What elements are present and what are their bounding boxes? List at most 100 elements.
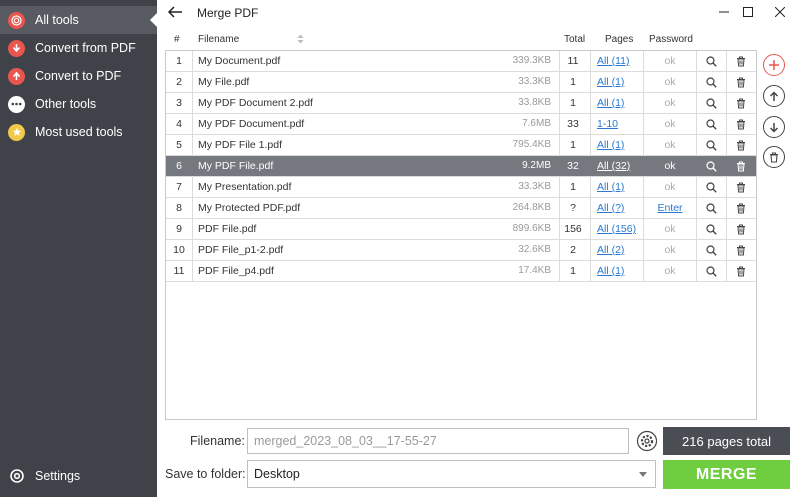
sidebar-item-convert-from-pdf[interactable]: Convert from PDF (0, 34, 157, 62)
row-pages-link[interactable]: All (1) (597, 139, 624, 151)
table-row[interactable]: 11 PDF File_p4.pdf 17.4KB 1 All (1) ok (166, 261, 756, 282)
row-number: 5 (176, 139, 182, 151)
header-password: Password (649, 34, 693, 45)
file-table: 1 My Document.pdf 339.3KB 11 All (11) ok 2 My F… (165, 50, 757, 420)
row-filename: My PDF File.pdf (198, 160, 274, 172)
table-row[interactable]: 4 My PDF Document.pdf 7.6MB 33 1-10 ok (166, 114, 756, 135)
sidebar: All tools Convert from PDF Convert to PD… (0, 0, 157, 497)
row-total-pages: 11 (567, 55, 579, 67)
row-pages-link[interactable]: All (1) (597, 76, 624, 88)
preview-magnifier-icon[interactable] (697, 51, 725, 71)
pages-total-badge: 216 pages total (663, 427, 790, 455)
table-row[interactable]: 3 My PDF Document 2.pdf 33.8KB 1 All (1) ok (166, 93, 756, 114)
sidebar-item-label: Convert to PDF (35, 69, 122, 83)
delete-row-trash-icon[interactable] (727, 198, 755, 218)
delete-row-trash-icon[interactable] (727, 72, 755, 92)
row-total-pages: 1 (570, 76, 576, 88)
output-settings-gear-icon[interactable] (634, 428, 660, 454)
close-button[interactable] (765, 0, 795, 24)
row-filename: PDF File_p4.pdf (198, 265, 274, 277)
table-row[interactable]: 1 My Document.pdf 339.3KB 11 All (11) ok (166, 51, 756, 72)
sidebar-item-label: All tools (35, 13, 79, 27)
preview-magnifier-icon[interactable] (697, 72, 725, 92)
table-row[interactable]: 5 My PDF File 1.pdf 795.4KB 1 All (1) ok (166, 135, 756, 156)
save-folder-label: Save to folder: (165, 467, 246, 481)
preview-magnifier-icon[interactable] (697, 177, 725, 197)
row-pages-link[interactable]: All (1) (597, 265, 624, 277)
row-pages-link[interactable]: All (32) (597, 160, 630, 172)
gear-icon (8, 468, 25, 485)
sort-icon[interactable] (297, 34, 304, 47)
window-title: Merge PDF (197, 6, 259, 20)
row-filesize: 339.3KB (512, 55, 551, 66)
back-arrow-icon[interactable] (166, 4, 184, 20)
delete-row-trash-icon[interactable] (727, 114, 755, 134)
preview-magnifier-icon[interactable] (697, 156, 725, 176)
row-pages-link[interactable]: 1-10 (597, 118, 618, 130)
table-row[interactable]: 2 My File.pdf 33.3KB 1 All (1) ok (166, 72, 756, 93)
preview-magnifier-icon[interactable] (697, 261, 725, 281)
star-icon (8, 123, 25, 141)
preview-magnifier-icon[interactable] (697, 219, 725, 239)
table-row[interactable]: 6 My PDF File.pdf 9.2MB 32 All (32) ok (166, 156, 756, 177)
row-filename: My Presentation.pdf (198, 181, 292, 193)
move-up-button[interactable] (763, 85, 785, 107)
row-pages-link[interactable]: All (1) (597, 97, 624, 109)
row-pages-link[interactable]: All (1) (597, 181, 624, 193)
delete-row-trash-icon[interactable] (727, 240, 755, 260)
row-number: 2 (176, 76, 182, 88)
row-password-status[interactable]: Enter (646, 198, 694, 218)
row-number: 6 (176, 160, 182, 172)
delete-row-trash-icon[interactable] (727, 51, 755, 71)
merge-button[interactable]: MERGE (663, 460, 790, 489)
row-total-pages: 2 (570, 244, 576, 256)
move-down-button[interactable] (763, 116, 785, 138)
preview-magnifier-icon[interactable] (697, 198, 725, 218)
row-password-status: ok (664, 76, 676, 88)
row-filesize: 33.3KB (518, 76, 551, 87)
row-filename: My PDF Document.pdf (198, 118, 305, 130)
table-row[interactable]: 9 PDF File.pdf 899.6KB 156 All (156) ok (166, 219, 756, 240)
delete-row-trash-icon[interactable] (727, 156, 755, 176)
row-filesize: 7.6MB (522, 118, 551, 129)
delete-row-trash-icon[interactable] (727, 93, 755, 113)
row-password-status: ok (664, 160, 676, 172)
header-num: # (174, 34, 180, 45)
sidebar-item-other-tools[interactable]: Other tools (0, 90, 157, 118)
preview-magnifier-icon[interactable] (697, 93, 725, 113)
delete-row-trash-icon[interactable] (727, 135, 755, 155)
header-pages: Pages (605, 34, 634, 45)
sidebar-item-all-tools[interactable]: All tools (0, 6, 157, 34)
row-pages-link[interactable]: All (2) (597, 244, 624, 256)
add-file-button[interactable] (763, 54, 785, 76)
table-header: # Filename Total Pages Password (165, 31, 757, 49)
delete-row-trash-icon[interactable] (727, 261, 755, 281)
settings-label: Settings (35, 469, 81, 483)
remove-all-button[interactable] (763, 146, 785, 168)
row-filename: My PDF Document 2.pdf (198, 97, 313, 109)
row-password-status: ok (664, 265, 676, 277)
sidebar-item-most-used-tools[interactable]: Most used tools (0, 118, 157, 146)
row-number: 1 (176, 55, 182, 67)
preview-magnifier-icon[interactable] (697, 114, 725, 134)
sidebar-item-settings[interactable]: Settings (0, 462, 157, 490)
row-pages-link[interactable]: All (156) (597, 223, 636, 235)
row-pages-link[interactable]: All (?) (597, 202, 624, 214)
table-row[interactable]: 8 My Protected PDF.pdf 264.8KB? All (?) Ente… (166, 198, 756, 219)
maximize-button[interactable] (733, 0, 763, 24)
preview-magnifier-icon[interactable] (697, 135, 725, 155)
save-folder-select[interactable]: Desktop (247, 460, 656, 488)
table-row[interactable]: 10 PDF File_p1-2.pdf 32.6KB 2 All (2) ok (166, 240, 756, 261)
row-password-status: ok (664, 118, 676, 130)
table-row[interactable]: 7 My Presentation.pdf 33.3KB 1 All (1) ok (166, 177, 756, 198)
delete-row-trash-icon[interactable] (727, 177, 755, 197)
row-pages-link[interactable]: All (11) (597, 55, 629, 67)
header-filename[interactable]: Filename (198, 34, 239, 45)
sidebar-item-convert-to-pdf[interactable]: Convert to PDF (0, 62, 157, 90)
row-number: 8 (176, 202, 182, 214)
delete-row-trash-icon[interactable] (727, 219, 755, 239)
filename-input[interactable]: merged_2023_08_03__17-55-27 (247, 428, 629, 454)
preview-magnifier-icon[interactable] (697, 240, 725, 260)
sidebar-item-label: Most used tools (35, 125, 123, 139)
row-filename: PDF File.pdf (198, 223, 257, 235)
